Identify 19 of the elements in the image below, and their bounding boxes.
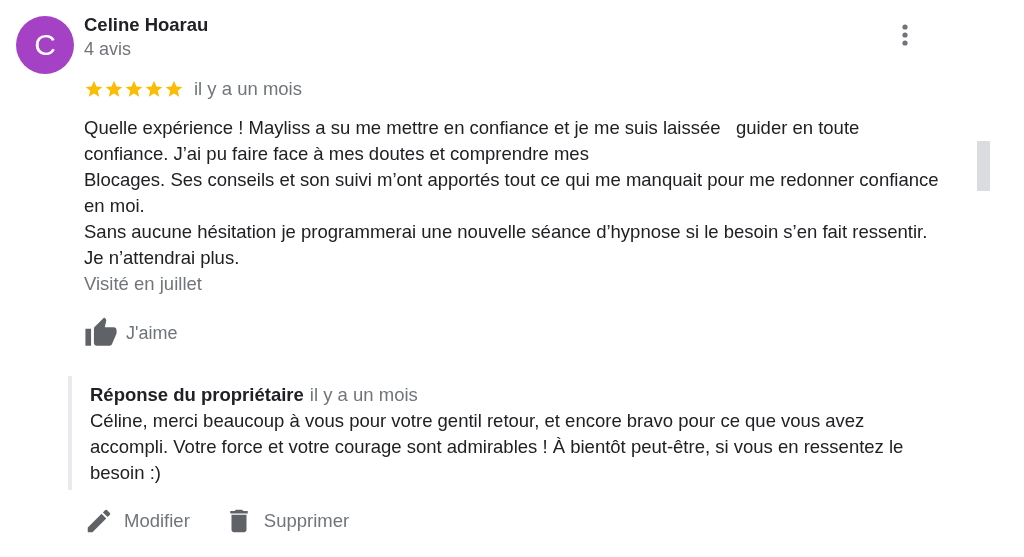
visit-date: Visité en juillet <box>84 272 203 296</box>
star-icon <box>164 79 184 99</box>
star-icon <box>84 79 104 99</box>
avatar: C <box>16 16 74 74</box>
delete-button[interactable]: Supprimer <box>223 506 350 536</box>
reply-date: il y a un mois <box>309 384 418 405</box>
reply-title: Réponse du propriétaire <box>90 384 304 405</box>
star-icon <box>104 79 124 99</box>
star-icon <box>124 79 144 99</box>
scrollbar-thumb[interactable] <box>977 141 990 191</box>
star-icon <box>144 79 164 99</box>
like-button[interactable]: J'aime <box>84 316 178 350</box>
edit-button[interactable]: Modifier <box>84 506 190 536</box>
review-date: il y a un mois <box>194 78 302 100</box>
reply-text: Céline, merci beaucoup à vous pour votre gentil retour, et encore bravo pour ce que vous avez accompli. Votre force et votre courage sont admirables ! À bientôt peut-être, si vous en ressentez le besoin :) <box>90 409 905 485</box>
more-options-icon[interactable] <box>902 24 908 46</box>
review-text: Quelle expérience ! Mayliss a su me mettre en confiance et je me suis laissée guider en toute confiance. J’ai pu faire face à mes doutes et comprendre mes Blocages. Ses conseils et son suivi m’ont apportés tout ce qui me manquait pour me redonner confiance en moi. Sans aucune hésitation je programmerai une nouvelle séance d’hypnose si le besoin s’en fait ressentir. Je n’attendrai plus. <box>84 116 940 270</box>
review-count: 4 avis <box>84 38 133 61</box>
reviewer-name[interactable]: Celine Hoarau <box>84 14 209 36</box>
